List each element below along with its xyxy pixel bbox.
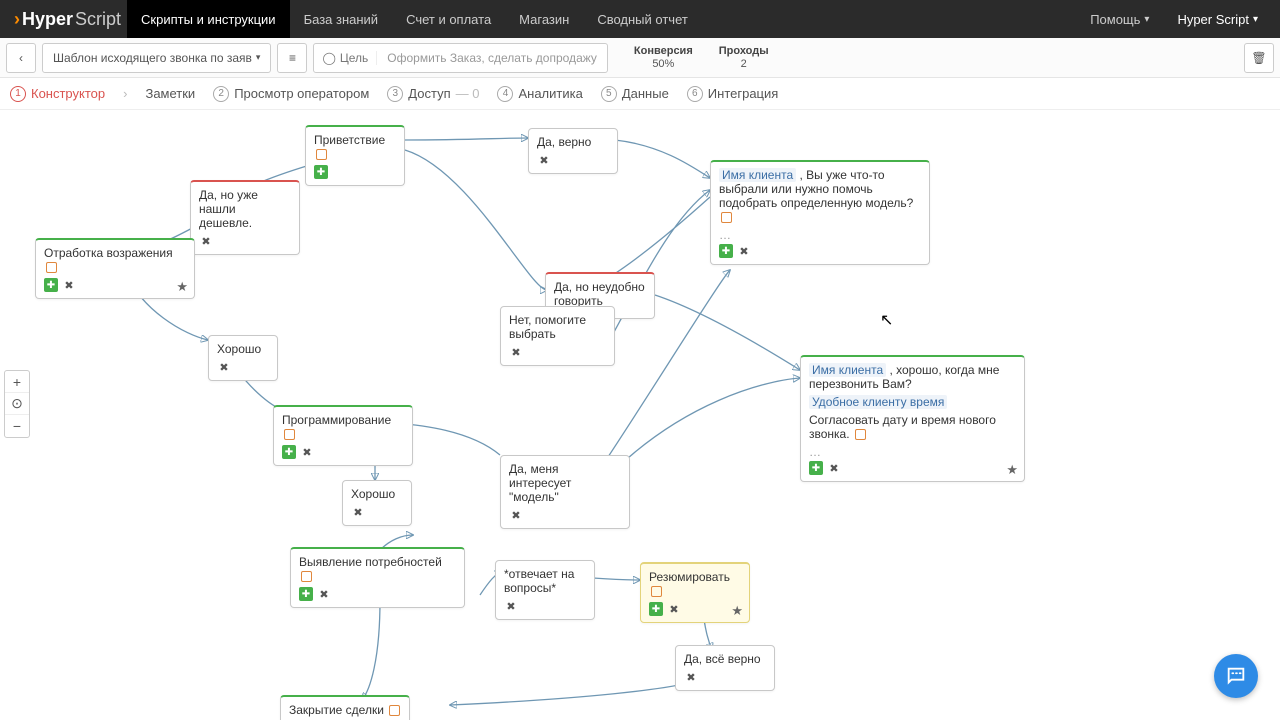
nav-help[interactable]: Помощь▾ bbox=[1076, 0, 1163, 38]
close-icon[interactable]: ✖ bbox=[509, 345, 523, 359]
nav-report[interactable]: Сводный отчет bbox=[583, 0, 702, 38]
zoom-controls: + ⊙ − bbox=[4, 370, 30, 438]
checkbox-icon[interactable] bbox=[46, 262, 57, 273]
cursor-icon: ↖ bbox=[880, 310, 893, 330]
node-client-question[interactable]: Имя клиента , Вы уже что-то выбрали или … bbox=[710, 160, 930, 265]
metric-passes: Проходы 2 bbox=[719, 45, 769, 71]
plus-icon[interactable]: ✚ bbox=[649, 602, 663, 616]
node-greeting[interactable]: Приветствие ✚ bbox=[305, 125, 405, 186]
brand-chevron-icon: › bbox=[14, 9, 20, 30]
close-icon[interactable]: ✖ bbox=[217, 360, 231, 374]
variable-callback-time: Удобное клиенту время bbox=[809, 395, 947, 409]
subtab-integration[interactable]: 6Интеграция bbox=[687, 86, 779, 102]
checkbox-icon[interactable] bbox=[301, 571, 312, 582]
close-icon[interactable]: ✖ bbox=[504, 599, 518, 613]
menu-button[interactable]: ≡ bbox=[277, 43, 307, 73]
node-yes-correct[interactable]: Да, верно ✖ bbox=[528, 128, 618, 174]
goal-text: Оформить Заказ, сделать допродажу bbox=[377, 51, 607, 65]
checkbox-icon[interactable] bbox=[855, 429, 866, 440]
chat-icon bbox=[1225, 665, 1247, 687]
nav-billing[interactable]: Счет и оплата bbox=[392, 0, 505, 38]
close-icon[interactable]: ✖ bbox=[737, 244, 751, 258]
metric-conversion: Конверсия 50% bbox=[634, 45, 693, 71]
close-icon[interactable]: ✖ bbox=[300, 445, 314, 459]
template-dropdown[interactable]: Шаблон исходящего звонка по заяв▾ bbox=[42, 43, 271, 73]
zoom-in-button[interactable]: + bbox=[5, 371, 29, 393]
close-icon[interactable]: ✖ bbox=[317, 587, 331, 601]
node-model-interest[interactable]: Да, меня интересует "модель" ✖ bbox=[500, 455, 630, 529]
node-answers[interactable]: *отвечает на вопросы* ✖ bbox=[495, 560, 595, 620]
node-help-pick[interactable]: Нет, помогите выбрать ✖ bbox=[500, 306, 615, 366]
toolbar: ‹ Шаблон исходящего звонка по заяв▾ ≡ ◯ … bbox=[0, 38, 1280, 78]
plus-icon[interactable]: ✚ bbox=[299, 587, 313, 601]
subtab-access[interactable]: 3Доступ — 0 bbox=[387, 86, 479, 102]
close-icon[interactable]: ✖ bbox=[827, 461, 841, 475]
flow-canvas[interactable]: Приветствие ✚ Да, верно ✖ Да, но уже наш… bbox=[0, 110, 1280, 720]
goal-box: ◯ Цель Оформить Заказ, сделать допродажу bbox=[313, 43, 607, 73]
nav-knowledge[interactable]: База знаний bbox=[290, 0, 393, 38]
subtab-analytics[interactable]: 4Аналитика bbox=[497, 86, 582, 102]
delete-button[interactable]: 🗑 bbox=[1244, 43, 1274, 73]
goal-label: ◯ Цель bbox=[314, 51, 377, 65]
back-button[interactable]: ‹ bbox=[6, 43, 36, 73]
close-icon[interactable]: ✖ bbox=[351, 505, 365, 519]
node-found-cheaper[interactable]: Да, но уже нашли дешевле. ✖ bbox=[190, 180, 300, 255]
node-ok-1[interactable]: Хорошо ✖ bbox=[208, 335, 278, 381]
node-resume[interactable]: Резюмировать ✚✖ ★ bbox=[640, 562, 750, 623]
plus-icon[interactable]: ✚ bbox=[44, 278, 58, 292]
plus-icon[interactable]: ✚ bbox=[314, 165, 328, 179]
plus-icon[interactable]: ✚ bbox=[719, 244, 733, 258]
nav-store[interactable]: Магазин bbox=[505, 0, 583, 38]
brand-post: Script bbox=[75, 9, 121, 30]
checkbox-icon[interactable] bbox=[721, 212, 732, 223]
close-icon[interactable]: ✖ bbox=[199, 234, 213, 248]
variable-client-name: Имя клиента bbox=[809, 363, 886, 377]
brand-logo: › HyperScript bbox=[8, 9, 127, 30]
node-close-deal[interactable]: Закрытие сделки bbox=[280, 695, 410, 720]
checkbox-icon[interactable] bbox=[316, 149, 327, 160]
zoom-reset-button[interactable]: ⊙ bbox=[5, 393, 29, 415]
close-icon[interactable]: ✖ bbox=[667, 602, 681, 616]
variable-client-name: Имя клиента bbox=[719, 168, 796, 182]
node-all-correct[interactable]: Да, всё верно ✖ bbox=[675, 645, 775, 691]
node-objection[interactable]: Отработка возражения ✚✖ ★ bbox=[35, 238, 195, 299]
close-icon[interactable]: ✖ bbox=[537, 153, 551, 167]
subtab-constructor[interactable]: 1Конструктор bbox=[10, 86, 105, 102]
nav-scripts[interactable]: Скрипты и инструкции bbox=[127, 0, 290, 38]
zoom-out-button[interactable]: − bbox=[5, 415, 29, 437]
breadcrumb-sep: › bbox=[123, 86, 127, 101]
plus-icon[interactable]: ✚ bbox=[809, 461, 823, 475]
checkbox-icon[interactable] bbox=[389, 705, 400, 716]
node-needs[interactable]: Выявление потребностей ✚✖ bbox=[290, 547, 465, 608]
plus-icon[interactable]: ✚ bbox=[282, 445, 296, 459]
subtab-data[interactable]: 5Данные bbox=[601, 86, 669, 102]
checkbox-icon[interactable] bbox=[651, 586, 662, 597]
chat-bubble-button[interactable] bbox=[1214, 654, 1258, 698]
close-icon[interactable]: ✖ bbox=[684, 670, 698, 684]
brand-pre: Hyper bbox=[22, 9, 73, 30]
star-icon: ★ bbox=[1006, 462, 1018, 478]
close-icon[interactable]: ✖ bbox=[509, 508, 523, 522]
subtab-notes[interactable]: Заметки bbox=[145, 86, 195, 101]
subtab-preview[interactable]: 2Просмотр оператором bbox=[213, 86, 369, 102]
star-icon: ★ bbox=[731, 603, 743, 619]
node-callback[interactable]: Имя клиента , хорошо, когда мне перезвон… bbox=[800, 355, 1025, 482]
star-icon: ★ bbox=[176, 279, 188, 295]
node-ok-2[interactable]: Хорошо ✖ bbox=[342, 480, 412, 526]
checkbox-icon[interactable] bbox=[284, 429, 295, 440]
node-programming[interactable]: Программирование ✚✖ bbox=[273, 405, 413, 466]
subtabs: 1Конструктор › Заметки 2Просмотр операто… bbox=[0, 78, 1280, 110]
nav-user[interactable]: Hyper Script▾ bbox=[1163, 0, 1272, 38]
close-icon[interactable]: ✖ bbox=[62, 278, 76, 292]
top-nav: › HyperScript Скрипты и инструкции База … bbox=[0, 0, 1280, 38]
